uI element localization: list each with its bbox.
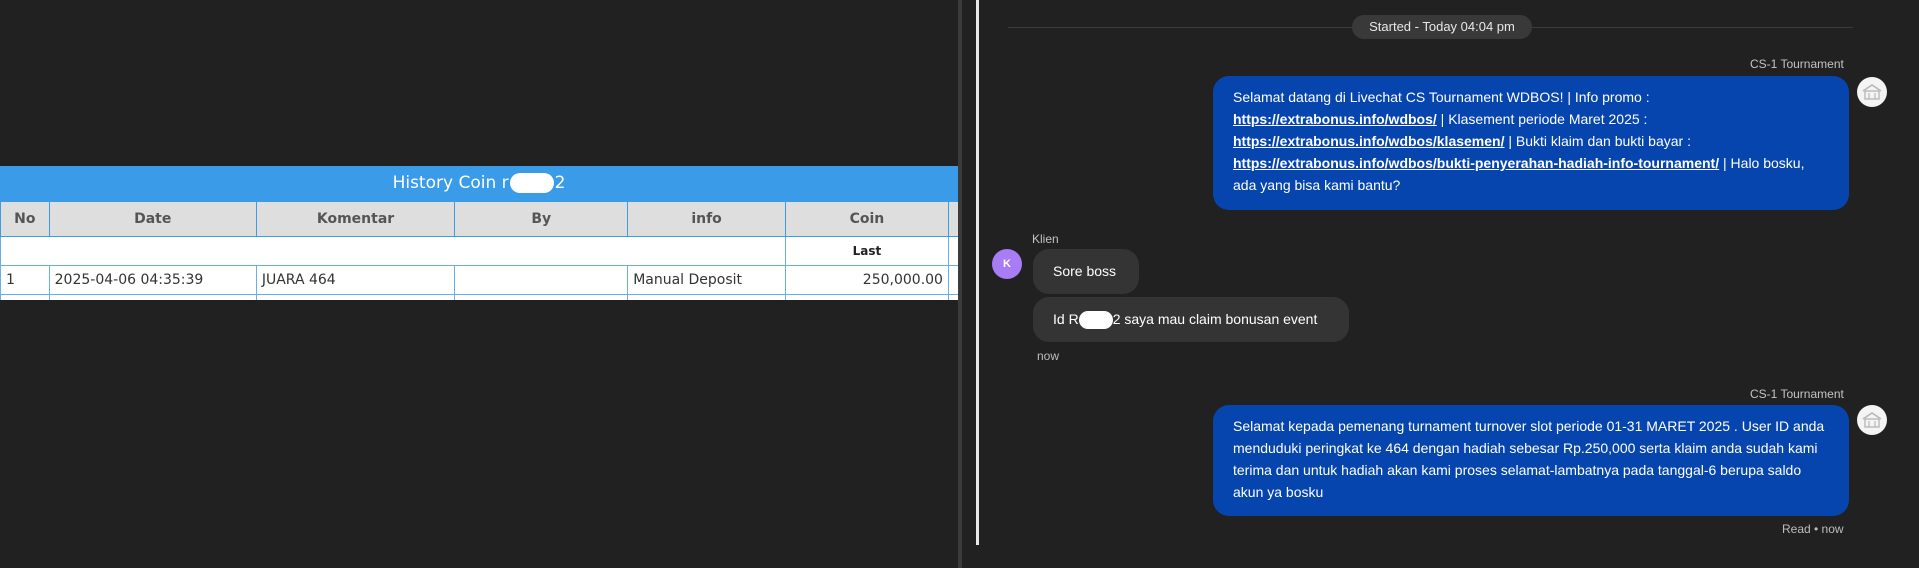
- message-text: | Bukti klaim dan bukti bayar :: [1504, 133, 1691, 149]
- cell-by: [454, 265, 629, 295]
- table-subheader-row: Last: [0, 236, 958, 266]
- history-table: No Date Komentar By info Coin Last 1 202…: [0, 201, 958, 300]
- message-text: 2 saya mau claim bonusan event: [1112, 311, 1318, 327]
- agent-message-1: Selamat datang di Livechat CS Tournament…: [1213, 76, 1849, 210]
- chat-frame-edge: [976, 0, 979, 545]
- column-header-info[interactable]: info: [627, 201, 786, 237]
- cell-no: 1: [0, 265, 50, 295]
- history-title-suffix: 2: [554, 173, 566, 193]
- agent-name-label: CS-1 Tournament: [1750, 57, 1844, 71]
- history-coin-panel: History Coin r 2 No Date Komentar By info…: [0, 166, 958, 300]
- redaction-mask: [509, 173, 554, 193]
- agent-avatar-2: [1857, 405, 1887, 435]
- column-header-by[interactable]: By: [454, 201, 629, 237]
- customer-message-1: Sore boss: [1033, 249, 1139, 294]
- cell-coin: 250,000.00: [784, 265, 949, 295]
- agent-message-2: Selamat kepada pemenang turnament turnov…: [1213, 405, 1849, 516]
- table-header-row: No Date Komentar By info Coin: [0, 201, 958, 237]
- table-row-partial: [0, 294, 958, 300]
- message-text: Id R: [1053, 311, 1079, 327]
- column-header-date[interactable]: Date: [48, 201, 257, 237]
- customer-avatar: K: [992, 249, 1022, 279]
- column-header-no[interactable]: No: [0, 201, 50, 237]
- klasemen-link[interactable]: https://extrabonus.info/wdbos/klasemen/: [1233, 133, 1504, 149]
- column-header-extra: [947, 201, 958, 237]
- column-header-coin[interactable]: Coin: [784, 201, 949, 237]
- promo-link[interactable]: https://extrabonus.info/wdbos/: [1233, 111, 1437, 127]
- customer-message-time: now: [1037, 349, 1060, 363]
- cell-date: 2025-04-06 04:35:39: [48, 265, 257, 295]
- agent-name-label-2: CS-1 Tournament: [1750, 387, 1844, 401]
- building-icon: [1862, 412, 1882, 428]
- subheader-last: Last: [784, 236, 949, 266]
- subheader-empty: [0, 236, 786, 266]
- building-icon: [1862, 84, 1882, 100]
- agent-avatar: [1857, 77, 1887, 107]
- history-title-prefix: History Coin r: [392, 173, 509, 193]
- table-row: 1 2025-04-06 04:35:39 JUARA 464 Manual D…: [0, 265, 958, 295]
- chat-pane: Started - Today 04:04 pm CS-1 Tournament…: [962, 0, 1919, 568]
- message-text: Selamat datang di Livechat CS Tournament…: [1233, 89, 1650, 105]
- read-receipt: Read • now: [1782, 522, 1844, 536]
- column-header-komentar[interactable]: Komentar: [255, 201, 456, 237]
- message-text: | Klasement periode Maret 2025 :: [1436, 111, 1648, 127]
- cell-info: Manual Deposit: [627, 265, 786, 295]
- customer-message-2: Id R 2 saya mau claim bonusan event: [1033, 297, 1349, 342]
- redaction-mask: [1078, 311, 1113, 330]
- left-pane: History Coin r 2 No Date Komentar By info…: [0, 0, 958, 568]
- cell-extra: [947, 265, 958, 295]
- subheader-extra: [947, 236, 958, 266]
- bukti-link[interactable]: https://extrabonus.info/wdbos/bukti-peny…: [1233, 155, 1719, 171]
- chat-started-label: Started - Today 04:04 pm: [1352, 15, 1532, 39]
- customer-name-label: Klien: [1032, 232, 1059, 246]
- history-title: History Coin r 2: [0, 166, 958, 201]
- cell-komentar: JUARA 464: [255, 265, 456, 295]
